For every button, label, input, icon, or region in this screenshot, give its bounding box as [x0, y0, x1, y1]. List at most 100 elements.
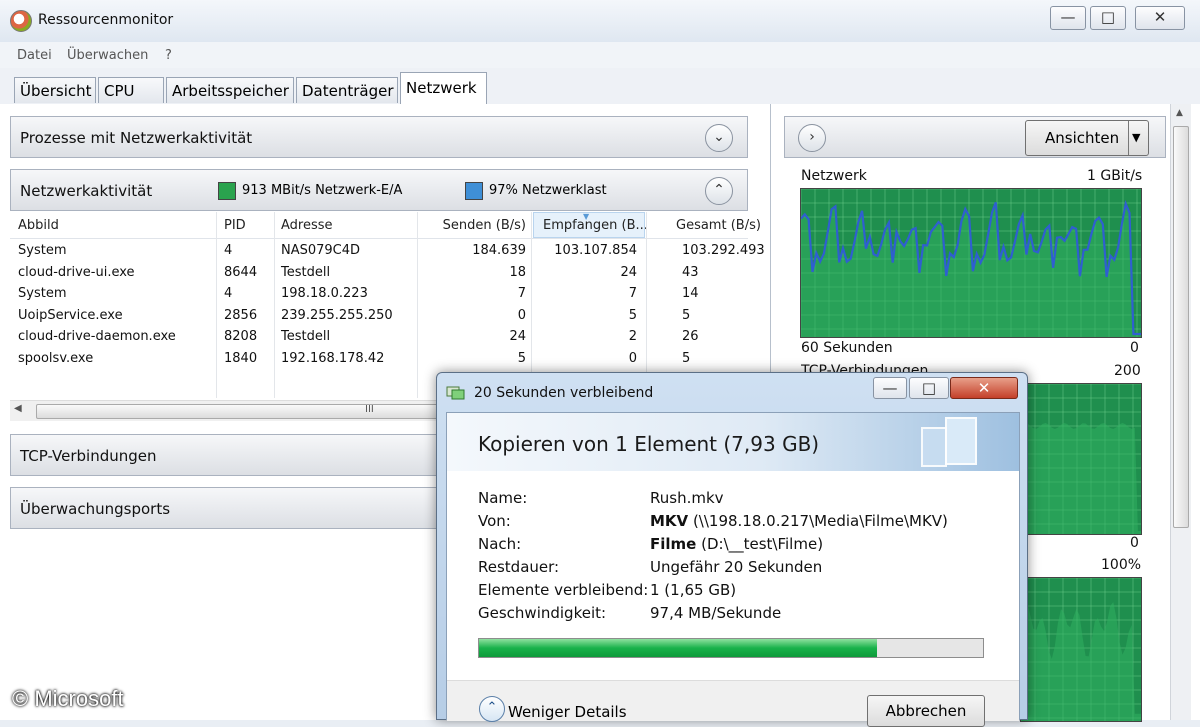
copy-progress-icon — [446, 384, 466, 400]
network-graph — [800, 188, 1142, 338]
dropdown-arrow-icon[interactable]: ▼ — [1132, 121, 1140, 155]
detail-label: Elemente verbleibend: — [478, 581, 649, 599]
detail-value-text: 1 (1,65 GB) — [650, 581, 737, 599]
table-cell: spoolsv.exe — [18, 351, 94, 366]
col-header-total[interactable]: Gesamt (B/s) — [676, 218, 761, 233]
detail-label: Restdauer: — [478, 558, 560, 576]
table-cell: 4 — [224, 286, 233, 302]
less-details-link[interactable]: Weniger Details — [508, 703, 627, 721]
table-cell: System — [18, 286, 67, 302]
resource-monitor-icon — [10, 10, 32, 32]
dialog-close-button[interactable]: ✕ — [950, 377, 1018, 399]
graph-tcp-max: 200 — [1114, 363, 1141, 379]
section-tcp-label: TCP-Verbindungen — [20, 447, 157, 465]
load-legend-swatch — [465, 182, 483, 200]
scroll-left-icon[interactable]: ◀ — [14, 403, 22, 414]
collapse-pane-chevron-icon[interactable]: › — [798, 124, 826, 152]
column-divider — [417, 212, 418, 398]
horizontal-scrollbar[interactable]: ◀ III — [10, 400, 440, 421]
vscroll-thumb[interactable] — [1173, 126, 1189, 528]
detail-value-bold: MKV — [650, 512, 689, 530]
tab-overview[interactable]: Übersicht — [14, 77, 96, 103]
usage-graph — [1020, 577, 1142, 722]
tab-network[interactable]: Netzwerk — [400, 72, 487, 104]
table-cell: 198.18.0.223 — [281, 286, 368, 302]
scroll-up-icon[interactable]: ▲ — [1176, 108, 1183, 118]
detail-value-bold: Filme — [650, 535, 697, 553]
vertical-scrollbar[interactable]: ▲ — [1170, 104, 1191, 720]
table-cell: 2 — [628, 329, 637, 345]
table-cell: 239.255.255.250 — [281, 307, 393, 323]
cancel-button[interactable]: Abbrechen — [867, 695, 985, 727]
section-ports-label: Überwachungsports — [20, 500, 171, 518]
detail-value-text: Ungefähr 20 Sekunden — [650, 558, 823, 576]
col-header-image[interactable]: Abbild — [18, 218, 59, 233]
detail-label: Geschwindigkeit: — [478, 604, 607, 622]
table-cell: 26 — [682, 329, 699, 345]
table-cell: UoipService.exe — [18, 307, 123, 323]
table-cell: 5 — [517, 351, 526, 366]
table-cell: 7 — [517, 286, 526, 302]
table-cell: Testdell — [281, 329, 331, 345]
tab-cpu[interactable]: CPU — [98, 77, 164, 103]
detail-value-text: 97,4 MB/Sekunde — [650, 604, 782, 622]
dialog-minimize-button[interactable]: — — [873, 377, 907, 399]
col-header-send[interactable]: Senden (B/s) — [420, 218, 526, 233]
table-cell: 5 — [682, 351, 691, 366]
close-button[interactable]: ✕ — [1135, 6, 1185, 30]
copy-progress-fill — [479, 639, 878, 657]
collapse-chevron-icon[interactable]: ⌃ — [705, 177, 733, 205]
table-cell: 184.639 — [472, 243, 526, 258]
maximize-button[interactable]: □ — [1090, 6, 1126, 30]
table-cell: 103.292.493 — [682, 243, 765, 258]
table-cell: 103.107.854 — [554, 243, 637, 258]
col-header-receive[interactable]: Empfangen (B... — [543, 218, 648, 233]
detail-value: Ungefähr 20 Sekunden — [650, 558, 822, 576]
graph-area — [1021, 423, 1141, 534]
menu-file[interactable]: Datei — [17, 48, 52, 63]
graph-3-max: 100% — [1101, 557, 1142, 573]
table-cell: 0 — [628, 351, 637, 366]
detail-value: 1 (1,65 GB) — [650, 581, 736, 599]
table-cell: 192.168.178.42 — [281, 351, 385, 366]
section-processes[interactable]: Prozesse mit Netzwerkaktivität ⌄ — [10, 116, 748, 158]
less-details-chevron-icon[interactable]: ⌃ — [479, 696, 505, 722]
tab-memory[interactable]: Arbeitsspeicher — [166, 77, 294, 103]
table-cell: 4 — [224, 243, 233, 258]
views-button[interactable]: Ansichten ▼ — [1025, 120, 1149, 156]
io-legend-label: 913 MBit/s Netzwerk-E/A — [242, 183, 403, 198]
detail-value: Filme (D:\__test\Filme) — [650, 535, 823, 553]
column-divider — [216, 212, 217, 398]
copy-pages-icon — [920, 416, 980, 468]
table-cell: 1840 — [224, 351, 258, 366]
detail-value-text: (\\198.18.0.217\Media\Filme\MKV) — [688, 512, 948, 530]
tab-disk[interactable]: Datenträger — [296, 77, 398, 103]
tcp-graph — [1020, 383, 1142, 535]
dialog-heading: Kopieren von 1 Element (7,93 GB) — [478, 432, 820, 456]
graph-network-max: 1 GBit/s — [1087, 168, 1143, 184]
table-cell: 8644 — [224, 264, 258, 280]
table-cell: 14 — [682, 286, 699, 302]
views-split-divider — [1128, 121, 1129, 155]
dialog-maximize-button[interactable]: □ — [909, 377, 949, 399]
table-cell: Testdell — [281, 264, 331, 280]
table-cell: cloud-drive-daemon.exe — [18, 329, 176, 345]
window-title: Ressourcenmonitor — [38, 12, 174, 28]
table-cell: 7 — [628, 286, 637, 302]
col-header-pid[interactable]: PID — [224, 218, 246, 233]
menu-help[interactable]: ? — [165, 48, 172, 63]
expand-chevron-icon[interactable]: ⌄ — [705, 124, 733, 152]
detail-value-text: Rush.mkv — [650, 489, 724, 507]
minimize-button[interactable]: — — [1050, 6, 1086, 30]
col-header-address[interactable]: Adresse — [281, 218, 333, 233]
graph-network-timespan: 60 Sekunden — [801, 340, 893, 356]
views-button-label: Ansichten — [1045, 129, 1120, 147]
scroll-thumb[interactable]: III — [36, 404, 438, 419]
table-cell: 24 — [620, 264, 637, 280]
watermark-text: © Microsoft — [12, 686, 124, 711]
table-cell: 0 — [517, 307, 526, 323]
column-divider — [531, 212, 532, 398]
menu-monitor[interactable]: Überwachen — [67, 48, 148, 63]
io-legend-swatch — [218, 182, 236, 200]
scroll-grip: III — [365, 404, 374, 415]
